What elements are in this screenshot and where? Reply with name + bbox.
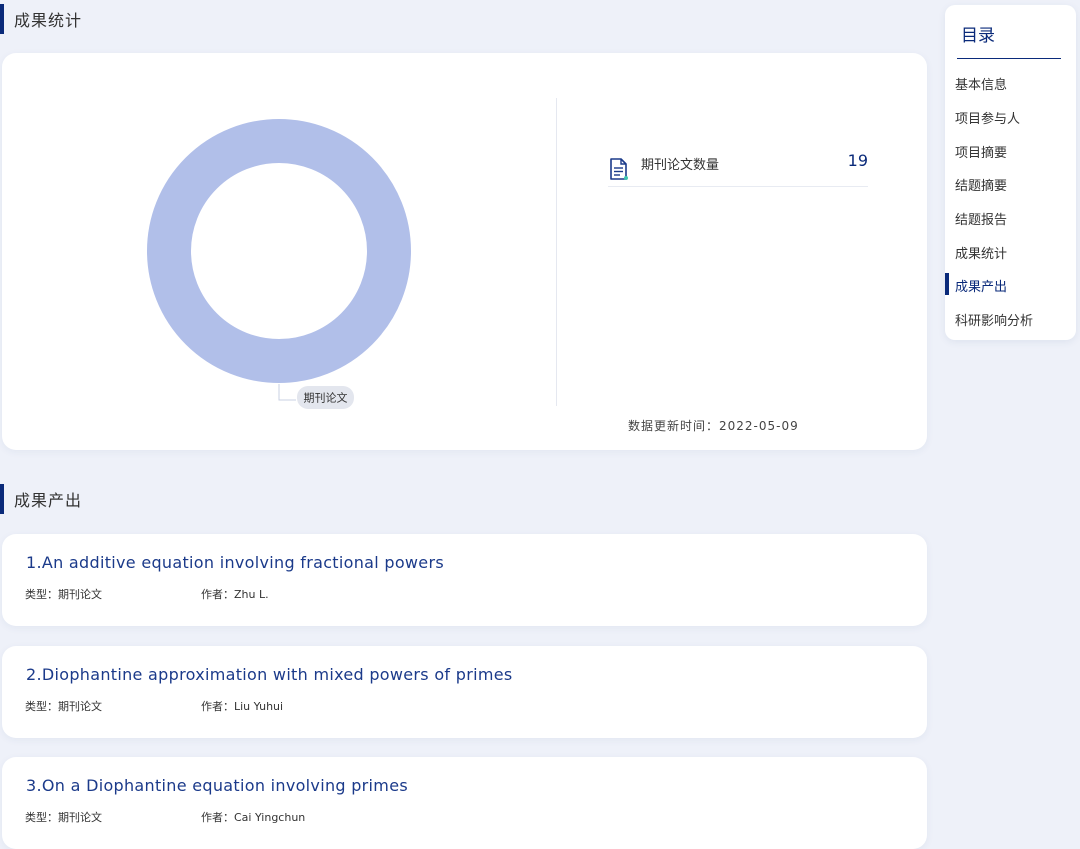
output-type: 类型：期刊论文 — [25, 700, 102, 713]
toc-title-underline — [957, 58, 1061, 59]
outputs-section-header: 成果产出 — [0, 484, 82, 514]
toc-item-output-stats[interactable]: 成果统计 — [955, 243, 1007, 262]
toc-item-basic-info[interactable]: 基本信息 — [955, 74, 1007, 93]
stats-divider — [556, 98, 557, 406]
outputs-section-title: 成果产出 — [14, 491, 83, 510]
donut-label-leader — [278, 384, 296, 401]
donut-chart: 期刊论文 — [2, 53, 557, 450]
section-accent-bar — [0, 4, 4, 34]
output-title-link[interactable]: 1.An additive equation involving fractio… — [26, 553, 444, 572]
output-type: 类型：期刊论文 — [25, 588, 102, 601]
output-card: 3.On a Diophantine equation involving pr… — [2, 757, 927, 849]
toc-item-closing-abstract[interactable]: 结题摘要 — [955, 175, 1007, 194]
document-icon — [610, 158, 628, 180]
output-author: 作者：Cai Yingchun — [201, 811, 306, 824]
toc-item-project-abstract[interactable]: 项目摘要 — [955, 142, 1007, 161]
output-author: 作者：Zhu L. — [201, 588, 269, 601]
table-of-contents: 目录 基本信息 项目参与人 项目摘要 结题摘要 结题报告 成果统计 成果产出 科… — [945, 5, 1076, 340]
toc-item-impact-analysis[interactable]: 科研影响分析 — [955, 310, 1033, 329]
toc-item-participants[interactable]: 项目参与人 — [955, 108, 1020, 127]
toc-active-indicator — [945, 273, 949, 295]
output-title-link[interactable]: 2.Diophantine approximation with mixed p… — [26, 665, 512, 684]
toc-item-closing-report[interactable]: 结题报告 — [955, 209, 1007, 228]
output-card: 2.Diophantine approximation with mixed p… — [2, 646, 927, 738]
stats-section-title: 成果统计 — [14, 11, 83, 30]
stats-card: 期刊论文 期刊论文数量 19 数据更新时间：2022-05-09 — [2, 53, 927, 450]
journal-count-label: 期刊论文数量 — [641, 158, 720, 173]
stats-section-header: 成果统计 — [0, 4, 82, 34]
donut-slice-journal[interactable] — [147, 119, 411, 383]
donut-slice-label: 期刊论文 — [304, 391, 348, 405]
output-type: 类型：期刊论文 — [25, 811, 102, 824]
toc-item-outputs[interactable]: 成果产出 — [955, 276, 1007, 295]
output-card: 1.An additive equation involving fractio… — [2, 534, 927, 626]
section-accent-bar — [0, 484, 4, 514]
journal-stat-row: 期刊论文数量 19 — [608, 148, 868, 187]
toc-title: 目录 — [961, 26, 995, 46]
journal-count-value: 19 — [847, 151, 868, 170]
output-title-link[interactable]: 3.On a Diophantine equation involving pr… — [26, 776, 408, 795]
output-author: 作者：Liu Yuhui — [201, 700, 284, 713]
data-update-time: 数据更新时间：2022-05-09 — [628, 419, 799, 433]
